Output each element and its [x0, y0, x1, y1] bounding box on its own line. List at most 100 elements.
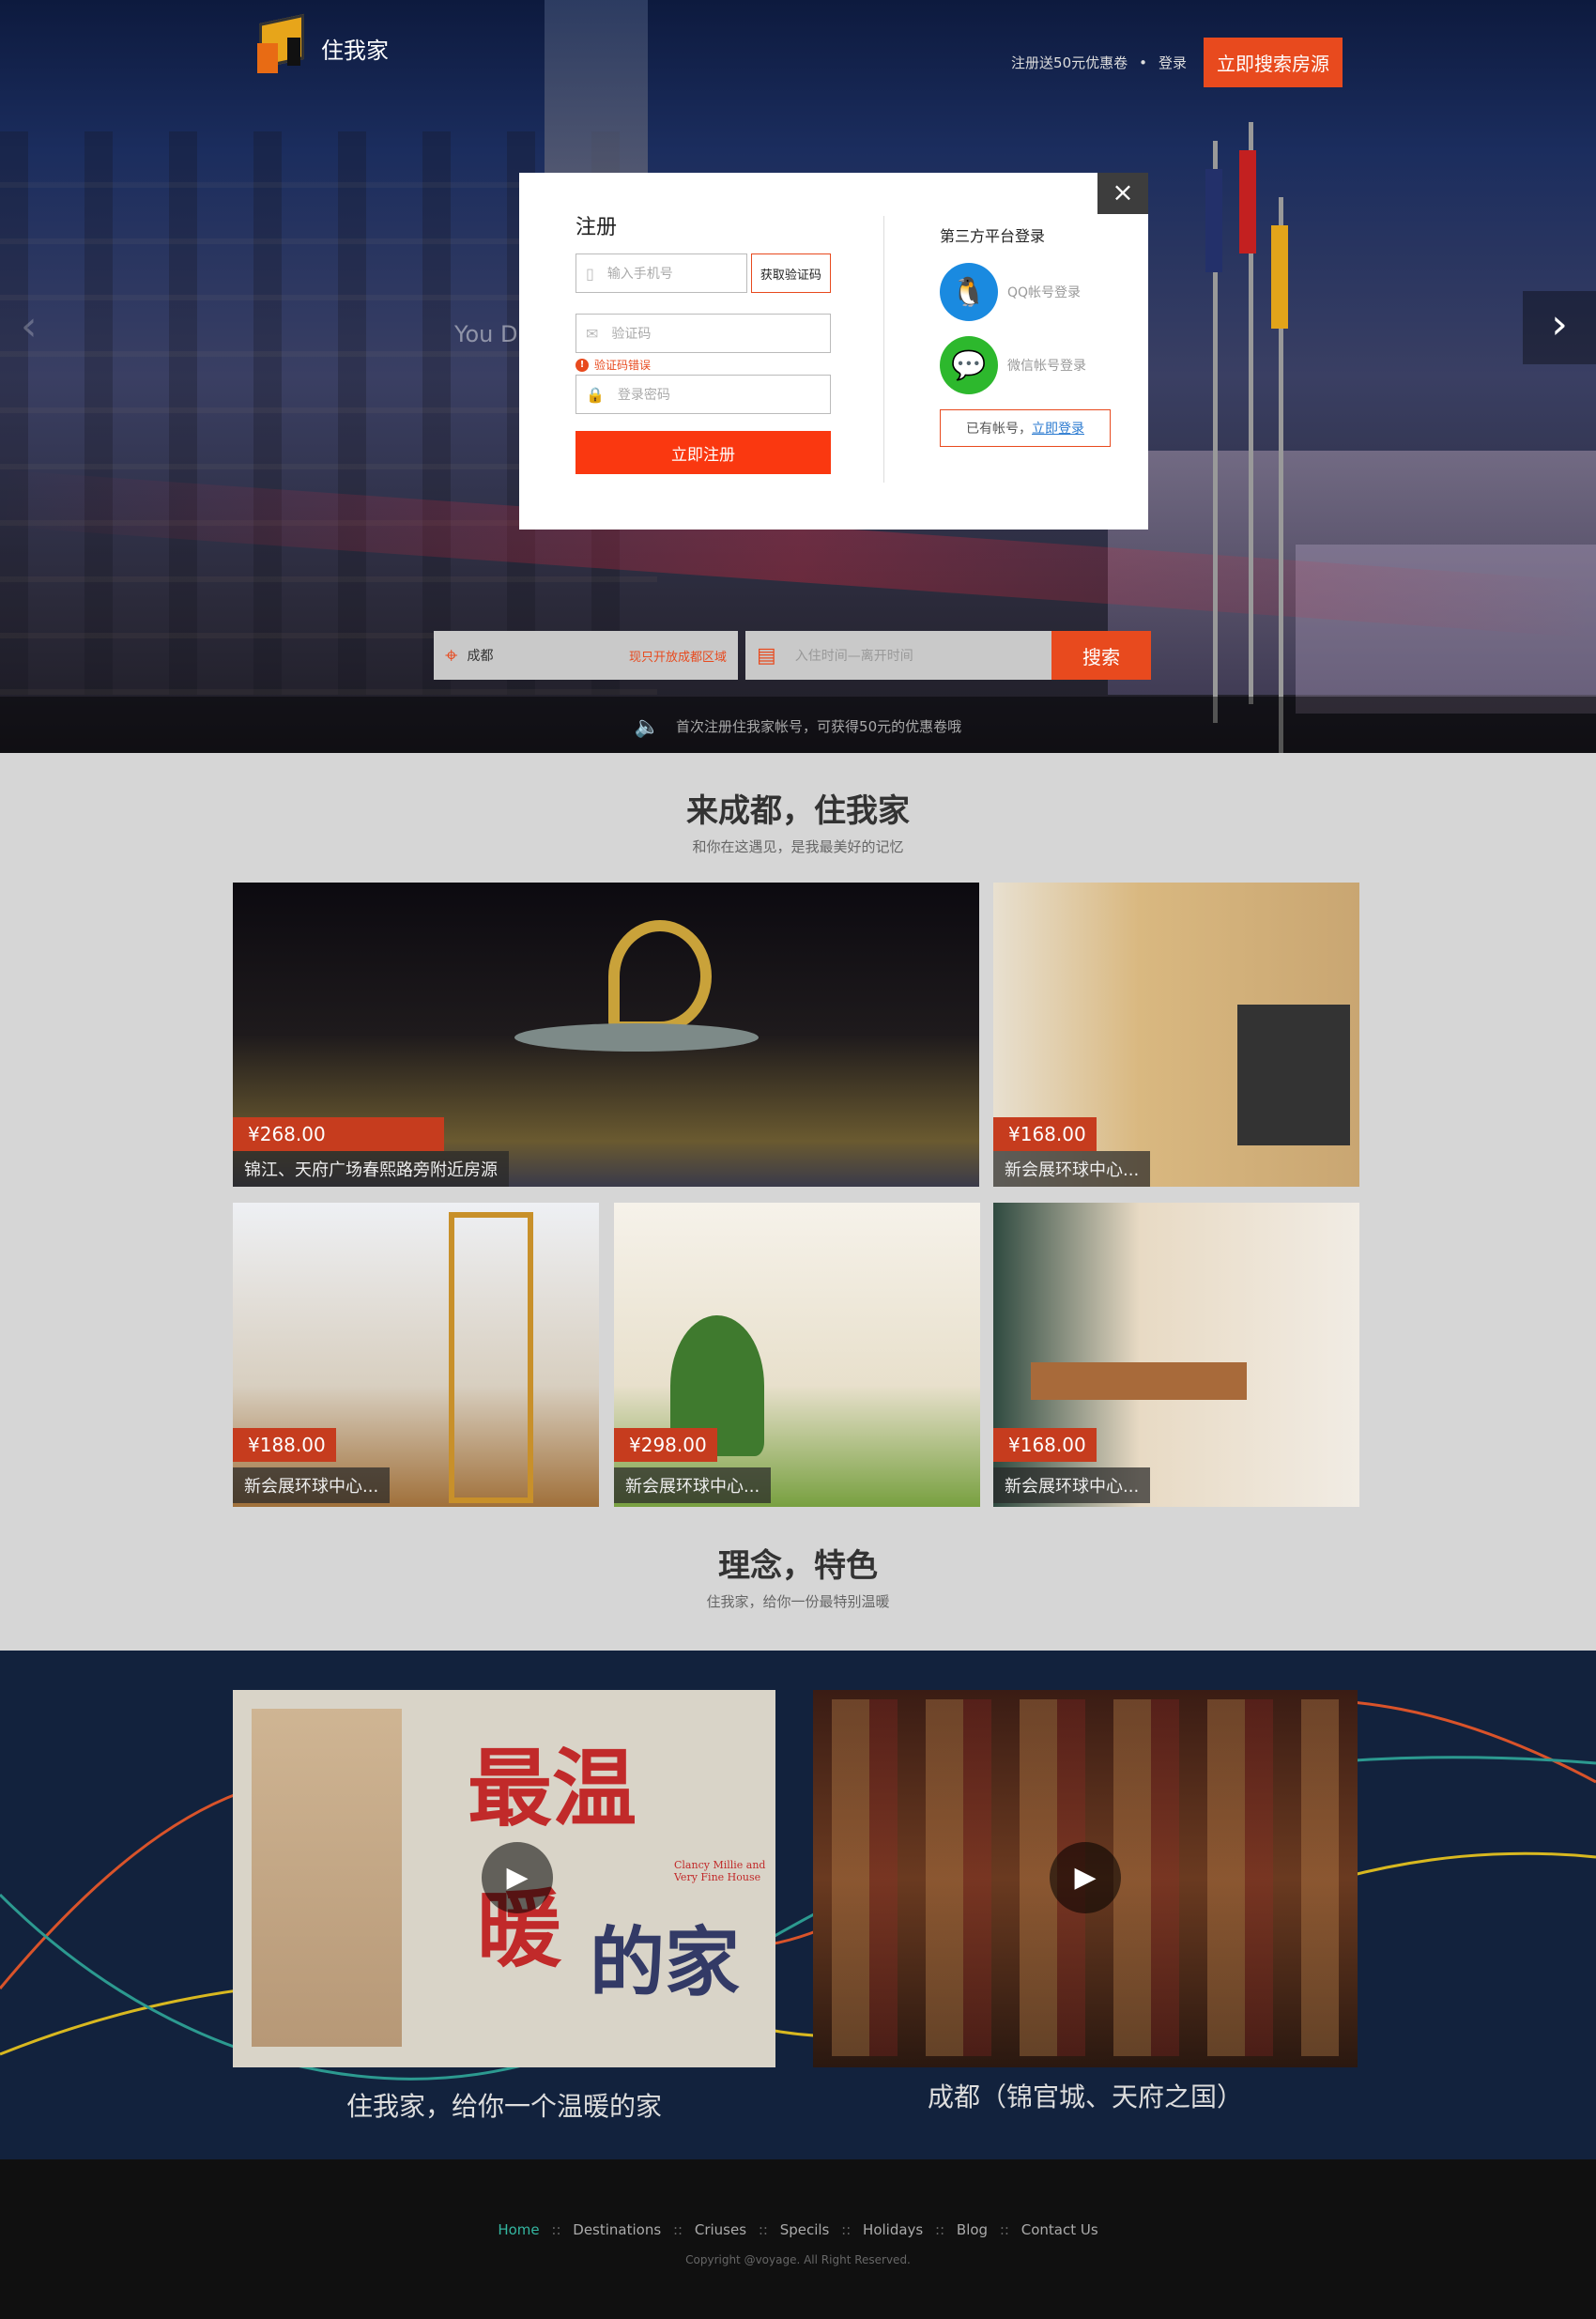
listing-card[interactable]: ¥268.00 锦江、天府广场春熙路旁附近房源: [233, 883, 979, 1187]
third-party-title: 第三方平台登录: [940, 227, 1046, 245]
video-caption-home: 住我家，给你一个温暖的家: [345, 2091, 662, 2122]
footer-link-destinations[interactable]: Destinations: [573, 2221, 661, 2238]
listing-card[interactable]: ¥168.00 新会展环球中心...: [993, 1203, 1359, 1507]
modal-title: 注册: [575, 216, 618, 239]
search-bar: ⌖ 成都 现只开放成都区域 ▤ 入住时间—离开时间 搜索: [434, 631, 1151, 680]
listing-name: 新会展环球中心...: [614, 1467, 772, 1503]
third-party-login: 第三方平台登录 🐧 QQ帐号登录 💬 微信帐号登录 已有帐号， 立即登录: [940, 223, 1128, 447]
listing-price: ¥298.00: [614, 1428, 717, 1462]
close-icon[interactable]: ×: [1097, 173, 1148, 214]
phone-input[interactable]: ▯ 输入手机号: [575, 253, 747, 293]
play-icon[interactable]: ▶: [1050, 1842, 1121, 1913]
section2-title: 理念，特色: [718, 1547, 878, 1585]
prev-slide-arrow-icon[interactable]: ‹: [21, 302, 38, 350]
qq-login-label: QQ帐号登录: [1007, 285, 1082, 300]
footer-sep: ::: [758, 2221, 768, 2238]
footer-link-home[interactable]: Home: [498, 2221, 539, 2238]
search-button[interactable]: 搜索: [1051, 631, 1151, 680]
top-nav: 注册送50元优惠卷 • 登录 立即搜索房源: [1011, 38, 1343, 87]
section1-title: 来成都，住我家: [686, 792, 910, 830]
footer-sep: ::: [841, 2221, 852, 2238]
notice-text: 首次注册住我家帐号，可获得50元的优惠卷哦: [676, 718, 962, 735]
footer-nav: Home :: Destinations :: Criuses :: Speci…: [0, 2221, 1596, 2238]
phone-icon: ▯: [586, 264, 594, 283]
listing-card[interactable]: ¥168.00 新会展环球中心...: [993, 883, 1359, 1187]
login-link[interactable]: 登录: [1159, 53, 1187, 72]
error-text: 验证码错误: [594, 359, 652, 372]
footer-link-holidays[interactable]: Holidays: [863, 2221, 923, 2238]
flag: [1239, 150, 1256, 253]
qq-login[interactable]: 🐧 QQ帐号登录: [940, 263, 1128, 321]
logo-text: 住我家: [321, 37, 389, 64]
listing-price: ¥268.00: [233, 1117, 444, 1151]
error-icon: !: [575, 358, 589, 372]
search-listings-button[interactable]: 立即搜索房源: [1204, 38, 1343, 87]
speaker-icon: 🔈: [634, 715, 661, 739]
city-note: 现只开放成都区域: [628, 650, 727, 665]
location-pin-icon: ⌖: [445, 642, 458, 668]
footer-sep: ::: [672, 2221, 683, 2238]
copyright: Copyright @voyage. All Right Reserved.: [685, 2253, 911, 2266]
section2-header: 理念，特色 住我家，给你一份最特别温暖: [0, 1540, 1596, 1611]
footer-sep: ::: [999, 2221, 1009, 2238]
register-form: 注册 ▯ 输入手机号 获取验证码 ✉ 验证码 ! 验证码错误 🔒 登录密码 立即…: [575, 210, 831, 474]
play-icon[interactable]: ▶: [482, 1842, 553, 1913]
get-code-button[interactable]: 获取验证码: [750, 253, 831, 293]
mail-icon: ✉: [586, 324, 599, 343]
listing-price: ¥188.00: [233, 1428, 336, 1462]
listing-name: 新会展环球中心...: [233, 1467, 391, 1503]
listing-name: 锦江、天府广场春熙路旁附近房源: [233, 1151, 509, 1187]
tv-cabinet-image: [1237, 1005, 1350, 1145]
footer-link-criuses[interactable]: Criuses: [695, 2221, 746, 2238]
video-card-home[interactable]: 最温 暖 的家 Clancy Millie and Very Fine Hous…: [233, 1690, 775, 2067]
listing-name: 新会展环球中心...: [993, 1467, 1151, 1503]
nav-dot: •: [1139, 54, 1147, 71]
building-tower: [545, 0, 648, 188]
footer-link-contact[interactable]: Contact Us: [1021, 2221, 1098, 2238]
flag: [1205, 169, 1222, 272]
house-logo-icon: [252, 13, 317, 81]
have-account-box: 已有帐号， 立即登录: [940, 409, 1111, 447]
listing-card[interactable]: ¥298.00 新会展环球中心...: [614, 1203, 980, 1507]
hero-caption: You D: [454, 321, 518, 347]
boxes-illustration: [252, 1709, 402, 2047]
video-art-title-3: 的家: [590, 1918, 740, 2006]
video-card-chengdu[interactable]: ▶: [813, 1690, 1358, 2067]
wechat-login-label: 微信帐号登录: [1007, 359, 1086, 374]
listing-price: ¥168.00: [993, 1428, 1097, 1462]
video-art-title: 最温: [468, 1739, 637, 1838]
logo[interactable]: 住我家: [252, 13, 389, 81]
calendar-icon: ▤: [757, 643, 776, 668]
footer: Home :: Destinations :: Criuses :: Speci…: [0, 2159, 1596, 2319]
date-placeholder: 入住时间—离开时间: [794, 649, 913, 664]
login-now-link[interactable]: 立即登录: [1032, 419, 1084, 438]
register-modal: × 注册 ▯ 输入手机号 获取验证码 ✉ 验证码 ! 验证码错误 🔒 登录密码 …: [519, 173, 1148, 530]
date-range-input[interactable]: ▤ 入住时间—离开时间: [745, 631, 1051, 680]
error-message: ! 验证码错误: [575, 357, 831, 373]
table-image: [1031, 1362, 1247, 1400]
section1-header: 来成都，住我家 和你在这遇见，是我最美好的记忆: [0, 785, 1596, 856]
footer-link-specils[interactable]: Specils: [780, 2221, 830, 2238]
flag: [1271, 225, 1288, 329]
lock-icon: 🔒: [586, 385, 605, 404]
wechat-login[interactable]: 💬 微信帐号登录: [940, 336, 1128, 394]
register-submit-button[interactable]: 立即注册: [575, 431, 831, 474]
listing-price: ¥168.00: [993, 1117, 1097, 1151]
code-placeholder: 验证码: [611, 327, 652, 342]
listing-name: 新会展环球中心...: [993, 1151, 1151, 1187]
section1-subtitle: 和你在这遇见，是我最美好的记忆: [692, 838, 904, 855]
listing-card[interactable]: ¥188.00 新会展环球中心...: [233, 1203, 599, 1507]
qq-icon: 🐧: [940, 263, 998, 321]
footer-sep: ::: [551, 2221, 561, 2238]
sculpture-image: [608, 920, 712, 1033]
coupon-link[interactable]: 注册送50元优惠卷: [1011, 53, 1128, 72]
modal-divider: [883, 216, 884, 483]
wechat-icon: 💬: [940, 336, 998, 394]
password-input[interactable]: 🔒 登录密码: [575, 375, 831, 414]
footer-link-blog[interactable]: Blog: [957, 2221, 988, 2238]
code-input[interactable]: ✉ 验证码: [575, 314, 831, 353]
next-slide-arrow-icon[interactable]: ›: [1523, 291, 1596, 364]
password-placeholder: 登录密码: [617, 388, 670, 403]
city-select[interactable]: ⌖ 成都 现只开放成都区域: [434, 631, 738, 680]
footer-sep: ::: [935, 2221, 945, 2238]
